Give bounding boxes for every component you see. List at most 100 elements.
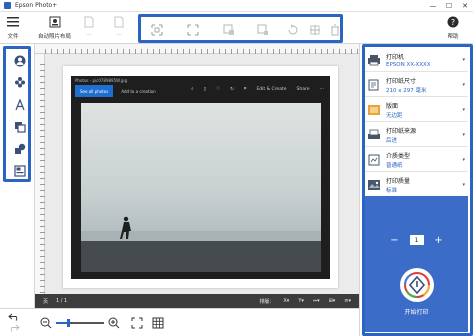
- disabled-tool-1-label: —: [86, 32, 92, 38]
- send-back-icon[interactable]: [257, 24, 269, 36]
- zoom-icon: ⌕: [191, 87, 194, 92]
- print-quality-setting[interactable]: 打印质量 标准 ▾: [365, 173, 468, 197]
- crop-icon: ⌗: [243, 87, 247, 92]
- title-bar: Epson Photo+ — ☐ ✕: [0, 0, 473, 12]
- help-icon: ?: [446, 15, 460, 29]
- help-button[interactable]: ? 帮助: [446, 15, 460, 40]
- background-icon[interactable]: [12, 141, 28, 157]
- media-type-value: 普通纸: [386, 162, 403, 169]
- disabled-tool-2[interactable]: —: [112, 15, 126, 38]
- layout-title: 版面: [386, 102, 399, 110]
- paper-size-value: 210 x 297 毫米: [386, 87, 427, 94]
- chevron-down-icon: ▾: [462, 57, 465, 63]
- copies-input[interactable]: 1: [409, 235, 424, 245]
- quality-title: 打印质量: [386, 178, 411, 185]
- print-page[interactable]: Photos - pic0789895W.jpg See all photos …: [63, 66, 338, 288]
- document-icon: [82, 15, 96, 29]
- maximize-button[interactable]: ☐: [441, 0, 457, 12]
- stamp-icon[interactable]: [12, 74, 28, 90]
- file-label: 文件: [7, 34, 19, 40]
- canvas-status-bar: 页 1 / 1 排版： X▾ Y▾ ⇔▾ ⊞▾ ≡▾: [35, 294, 359, 308]
- align-y-icon[interactable]: Y▾: [298, 298, 304, 304]
- window-title: Epson Photo+: [15, 2, 58, 9]
- close-button[interactable]: ✕: [457, 0, 473, 12]
- media-type-title: 介质类型: [386, 152, 411, 160]
- order-icon[interactable]: ≡▾: [344, 298, 351, 304]
- grid-icon[interactable]: [152, 317, 164, 329]
- chevron-down-icon: ▾: [462, 82, 465, 88]
- canvas-area: Photos - pic0789895W.jpg See all photos …: [35, 44, 359, 308]
- print-settings-panel: 打印机 EPSON XX-XXXX ▾ 打印纸尺寸 210 x 297 毫米 ▾…: [359, 44, 473, 336]
- zoom-in-icon[interactable]: [108, 317, 120, 329]
- increment-button[interactable]: +: [430, 235, 448, 246]
- disabled-tool-1[interactable]: —: [82, 15, 96, 38]
- fit-to-window-icon[interactable]: [131, 317, 143, 329]
- chevron-down-icon: ▾: [462, 157, 465, 163]
- auto-layout-icon: [48, 15, 62, 29]
- paper-source-icon: [367, 129, 381, 141]
- document-icon: [112, 15, 126, 29]
- text-icon[interactable]: [12, 97, 28, 113]
- paper-size-setting[interactable]: 打印纸尺寸 210 x 297 毫米 ▾: [365, 73, 468, 97]
- bring-front-icon[interactable]: [223, 24, 235, 36]
- delete-icon: ▯: [203, 86, 207, 92]
- printer-title: 打印机: [386, 53, 405, 61]
- redo-icon[interactable]: [8, 324, 20, 332]
- page-label: 页: [43, 298, 49, 305]
- quality-icon: [367, 179, 381, 191]
- fit-frame-icon[interactable]: [151, 24, 163, 36]
- align-grid-icon[interactable]: [309, 24, 321, 36]
- undo-button[interactable]: [8, 313, 20, 332]
- file-menu-button[interactable]: 文件: [6, 15, 20, 40]
- printer-value: EPSON XX-XXXX: [386, 61, 431, 68]
- paper-size-title: 打印纸尺寸: [386, 77, 417, 85]
- size-icon[interactable]: ⊞▾: [329, 298, 336, 304]
- photo-object[interactable]: Photos - pic0789895W.jpg See all photos …: [71, 76, 330, 279]
- photo-title-bar: Photos - pic0789895W.jpg: [71, 76, 330, 84]
- horizontal-ruler: [35, 44, 359, 54]
- auto-layout-label: 自动照片布局: [38, 34, 72, 40]
- chevron-down-icon: ▾: [462, 182, 465, 188]
- frame-icon[interactable]: [12, 119, 28, 135]
- rotate-icon: ↻: [230, 86, 234, 92]
- disabled-tool-2-label: —: [116, 32, 122, 38]
- paper-source-title: 打印纸来源: [386, 127, 417, 135]
- minimize-button[interactable]: —: [425, 0, 441, 12]
- layout-setting[interactable]: 版面 无边距 ▾: [365, 98, 468, 122]
- more-icon: ⋯: [319, 86, 325, 92]
- zoom-slider[interactable]: [56, 319, 104, 327]
- decrement-button[interactable]: −: [386, 235, 404, 246]
- align-label: 排版：: [259, 298, 275, 305]
- photo-toolbar: See all photos Add to a creation ⌕ ▯ ♡ ↻…: [71, 84, 330, 98]
- svg-text:?: ?: [451, 18, 455, 27]
- paper-size-icon: [367, 79, 381, 91]
- trash-icon[interactable]: [329, 24, 341, 36]
- layout-template-icon[interactable]: [12, 163, 28, 179]
- window-controls: — ☐ ✕: [425, 0, 473, 12]
- left-tools-group: [3, 46, 31, 182]
- see-all-photos-button: See all photos: [75, 85, 114, 97]
- media-type-setting[interactable]: 介质类型 普通纸 ▾: [365, 148, 468, 172]
- share-label: Share: [296, 86, 310, 92]
- print-button[interactable]: [400, 268, 434, 302]
- align-x-icon[interactable]: X▾: [283, 298, 289, 304]
- auto-layout-button[interactable]: 自动照片布局: [38, 15, 71, 40]
- crop-frame-icon[interactable]: [187, 24, 199, 36]
- zoom-out-icon[interactable]: [40, 317, 52, 329]
- person-icon[interactable]: [12, 53, 28, 69]
- borderless-icon: [367, 104, 381, 116]
- photo-toolbar-icons: ⌕ ▯ ♡ ↻ ⌗ Edit & Create Share ⋯: [191, 86, 325, 93]
- printer-icon: [367, 54, 381, 66]
- edit-create-label: Edit & Create: [256, 86, 287, 92]
- add-to-creation-label: Add to a creation: [121, 88, 156, 94]
- hamburger-icon: [6, 15, 20, 29]
- layout-value: 无边距: [386, 112, 403, 119]
- edit-tools-group: [138, 14, 343, 43]
- zoom-slider-thumb[interactable]: [66, 319, 70, 327]
- paper-source-setting[interactable]: 打印纸来源 后进 ▾: [365, 123, 468, 147]
- rotate-icon[interactable]: [287, 24, 299, 36]
- media-type-icon: [367, 154, 381, 166]
- undo-icon: [8, 313, 18, 321]
- distribute-icon[interactable]: ⇔▾: [313, 298, 320, 304]
- printer-setting[interactable]: 打印机 EPSON XX-XXXX ▾: [365, 48, 468, 72]
